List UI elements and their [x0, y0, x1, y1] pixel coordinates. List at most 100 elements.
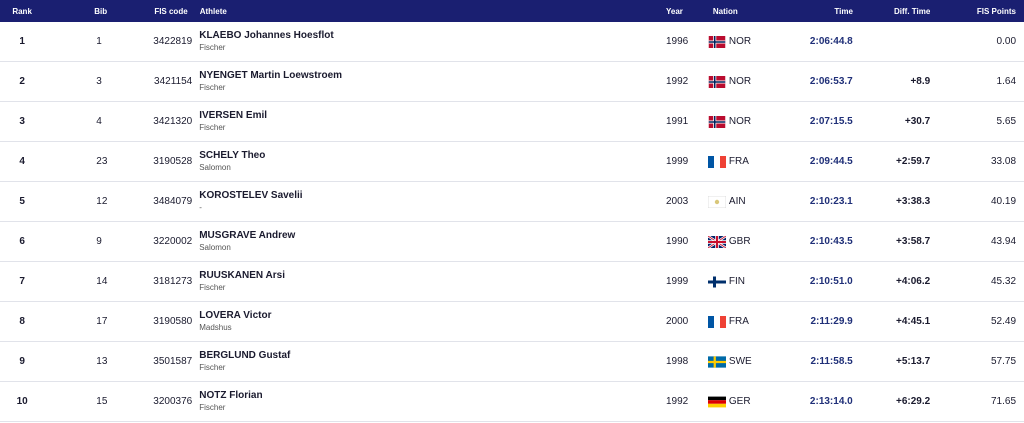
fis-code-cell: 3181273 [153, 276, 193, 287]
table-row[interactable]: 5 12 3484079 KOROSTELEV Savelii - 2003 A… [0, 182, 1024, 222]
athlete-brand: Salomon [199, 163, 231, 172]
table-row[interactable]: 6 9 3220002 MUSGRAVE Andrew Salomon 1990… [0, 222, 1024, 262]
bib-cell: 9 [96, 236, 102, 247]
time-cell: 2:11:29.9 [810, 316, 853, 327]
athlete-cell[interactable]: KOROSTELEV Savelii - [192, 189, 666, 214]
time-cell: 2:10:51.0 [809, 276, 853, 287]
fis-points-cell: 5.65 [996, 116, 1017, 127]
table-row[interactable]: 1 1 3422819 KLAEBO Johannes Hoesflot Fis… [0, 22, 1024, 62]
year-cell: 1999 [666, 276, 689, 287]
bib-cell: 15 [96, 396, 108, 407]
year-cell: 1992 [666, 76, 689, 87]
header-diff-time[interactable]: Diff. Time [853, 7, 930, 16]
rank-cell: 6 [19, 236, 25, 247]
year-cell: 1990 [666, 236, 689, 247]
results-table: Rank Bib FIS code Athlete Year Nation Ti… [0, 0, 1024, 422]
athlete-name[interactable]: RUUSKANEN Arsi [199, 269, 666, 282]
diff-time-cell: +6:29.2 [896, 396, 931, 407]
header-fis-code[interactable]: FIS code [140, 7, 196, 16]
fis-points-cell: 43.94 [990, 236, 1017, 247]
year-cell: 1991 [666, 116, 689, 127]
time-cell: 2:06:53.7 [809, 76, 853, 87]
nation-code: SWE [728, 356, 752, 367]
header-time[interactable]: Time [776, 7, 853, 16]
nation-cell: AIN [703, 195, 775, 208]
fis-code-cell: 3422819 [153, 36, 193, 47]
time-cell: 2:06:44.8 [809, 36, 853, 47]
nation-cell: NOR [703, 115, 775, 128]
header-year[interactable]: Year [666, 7, 703, 16]
header-rank[interactable]: Rank [0, 7, 44, 16]
athlete-cell[interactable]: IVERSEN Emil Fischer [192, 109, 666, 134]
swe-flag-icon [707, 355, 726, 368]
nation-code: NOR [728, 76, 752, 87]
athlete-name[interactable]: NOTZ Florian [199, 389, 666, 402]
header-nation[interactable]: Nation [703, 7, 776, 16]
header-athlete[interactable]: Athlete [197, 7, 666, 16]
table-row[interactable]: 9 13 3501587 BERGLUND Gustaf Fischer 199… [0, 342, 1024, 382]
ger-flag-icon [707, 396, 726, 408]
bib-cell: 4 [96, 116, 102, 127]
nation-code: NOR [728, 36, 752, 47]
athlete-cell[interactable]: KLAEBO Johannes Hoesflot Fischer [192, 29, 666, 54]
header-bib[interactable]: Bib [44, 7, 140, 16]
athlete-cell[interactable]: MUSGRAVE Andrew Salomon [192, 229, 666, 254]
fis-points-cell: 52.49 [990, 316, 1017, 327]
fis-points-cell: 0.00 [996, 36, 1017, 47]
athlete-cell[interactable]: SCHELY Theo Salomon [192, 149, 666, 174]
athlete-name[interactable]: SCHELY Theo [199, 149, 666, 162]
athlete-cell[interactable]: NYENGET Martin Loewstroem Fischer [192, 69, 666, 94]
header-fis-points[interactable]: FIS Points [930, 7, 1024, 16]
nation-cell: GER [703, 396, 775, 408]
bib-cell: 13 [96, 356, 108, 367]
fis-code-cell: 3421320 [153, 116, 193, 127]
athlete-name[interactable]: BERGLUND Gustaf [199, 349, 666, 362]
table-row[interactable]: 2 3 3421154 NYENGET Martin Loewstroem Fi… [0, 62, 1024, 102]
nation-code: FRA [728, 156, 749, 167]
bib-cell: 23 [96, 156, 108, 167]
table-row[interactable]: 4 23 3190528 SCHELY Theo Salomon 1999 FR… [0, 142, 1024, 182]
nor-flag-icon [708, 75, 726, 88]
athlete-brand: Madshus [199, 323, 232, 332]
athlete-cell[interactable]: NOTZ Florian Fischer [192, 389, 666, 414]
nor-flag-icon [708, 115, 726, 128]
bib-cell: 12 [96, 196, 108, 207]
bib-cell: 3 [96, 76, 102, 87]
athlete-name[interactable]: MUSGRAVE Andrew [199, 229, 666, 242]
athlete-brand: Fischer [199, 283, 226, 292]
nation-cell: FRA [703, 155, 775, 168]
athlete-name[interactable]: LOVERA Victor [199, 309, 666, 322]
rank-cell: 4 [19, 156, 25, 167]
athlete-cell[interactable]: BERGLUND Gustaf Fischer [192, 349, 666, 374]
fis-code-cell: 3200376 [153, 396, 193, 407]
nation-code: GER [728, 396, 751, 407]
time-cell: 2:10:43.5 [809, 236, 853, 247]
athlete-name[interactable]: KLAEBO Johannes Hoesflot [199, 29, 666, 42]
fra-flag-icon [707, 315, 726, 328]
athlete-cell[interactable]: LOVERA Victor Madshus [192, 309, 666, 334]
table-row[interactable]: 8 17 3190580 LOVERA Victor Madshus 2000 … [0, 302, 1024, 342]
bib-cell: 17 [96, 316, 108, 327]
time-cell: 2:13:14.0 [809, 396, 853, 407]
table-row[interactable]: 10 15 3200376 NOTZ Florian Fischer 1992 … [0, 382, 1024, 422]
fis-points-cell: 57.75 [990, 356, 1017, 367]
athlete-brand: - [199, 203, 202, 212]
rank-cell: 2 [19, 76, 25, 87]
diff-time-cell: +3:38.3 [896, 196, 931, 207]
rank-cell: 9 [19, 356, 25, 367]
table-row[interactable]: 7 14 3181273 RUUSKANEN Arsi Fischer 1999… [0, 262, 1024, 302]
fis-points-cell: 33.08 [990, 156, 1017, 167]
fis-code-cell: 3190528 [153, 156, 193, 167]
fis-points-cell: 40.19 [990, 196, 1017, 207]
diff-time-cell: +4:45.1 [896, 316, 931, 327]
nation-cell: NOR [703, 35, 775, 48]
athlete-name[interactable]: IVERSEN Emil [199, 109, 666, 122]
nation-cell: FIN [703, 276, 775, 288]
fis-code-cell: 3421154 [154, 76, 193, 87]
athlete-name[interactable]: KOROSTELEV Savelii [199, 189, 666, 202]
time-cell: 2:10:23.1 [809, 196, 853, 207]
year-cell: 2003 [666, 196, 689, 207]
athlete-cell[interactable]: RUUSKANEN Arsi Fischer [192, 269, 666, 294]
athlete-name[interactable]: NYENGET Martin Loewstroem [199, 69, 666, 82]
table-row[interactable]: 3 4 3421320 IVERSEN Emil Fischer 1991 NO… [0, 102, 1024, 142]
